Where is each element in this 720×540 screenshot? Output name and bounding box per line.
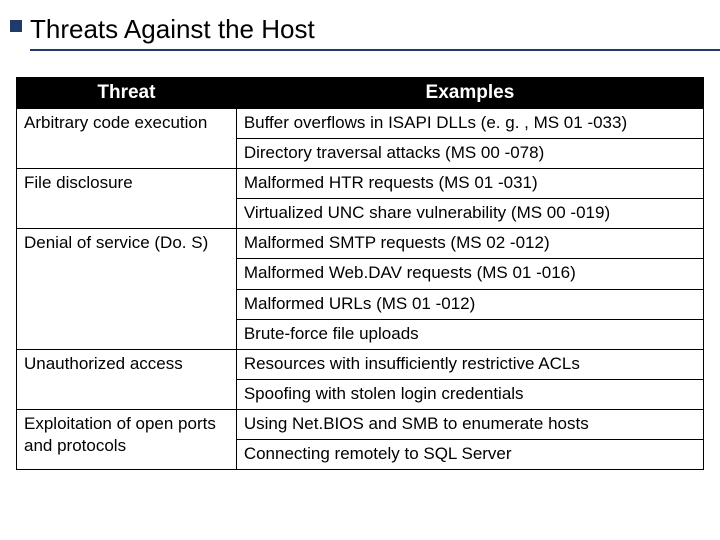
example-cell: Brute-force file uploads — [236, 319, 703, 349]
threat-cell: Denial of service (Do. S) — [17, 229, 237, 349]
example-cell: Malformed Web.DAV requests (MS 01 -016) — [236, 259, 703, 289]
example-cell: Using Net.BIOS and SMB to enumerate host… — [236, 409, 703, 439]
slide-title-bar: Threats Against the Host — [0, 0, 720, 59]
table-row: Denial of service (Do. S)Malformed SMTP … — [17, 229, 704, 259]
table-row: Exploitation of open ports and protocols… — [17, 409, 704, 439]
threat-cell: Unauthorized access — [17, 349, 237, 409]
table-row: File disclosureMalformed HTR requests (M… — [17, 169, 704, 199]
threat-cell: Exploitation of open ports and protocols — [17, 409, 237, 469]
example-cell: Directory traversal attacks (MS 00 -078) — [236, 139, 703, 169]
example-cell: Buffer overflows in ISAPI DLLs (e. g. , … — [236, 109, 703, 139]
example-cell: Malformed URLs (MS 01 -012) — [236, 289, 703, 319]
threat-cell: File disclosure — [17, 169, 237, 229]
table-row: Unauthorized accessResources with insuff… — [17, 349, 704, 379]
header-threat: Threat — [17, 78, 237, 109]
title-bullet-icon — [10, 20, 22, 32]
example-cell: Malformed SMTP requests (MS 02 -012) — [236, 229, 703, 259]
threats-table: Threat Examples Arbitrary code execution… — [16, 77, 704, 470]
example-cell: Resources with insufficiently restrictiv… — [236, 349, 703, 379]
title-underline — [30, 49, 720, 51]
example-cell: Malformed HTR requests (MS 01 -031) — [236, 169, 703, 199]
table-container: Threat Examples Arbitrary code execution… — [0, 59, 720, 480]
example-cell: Connecting remotely to SQL Server — [236, 440, 703, 470]
slide-title: Threats Against the Host — [30, 14, 720, 45]
example-cell: Virtualized UNC share vulnerability (MS … — [236, 199, 703, 229]
table-header-row: Threat Examples — [17, 78, 704, 109]
header-examples: Examples — [236, 78, 703, 109]
example-cell: Spoofing with stolen login credentials — [236, 379, 703, 409]
threat-cell: Arbitrary code execution — [17, 109, 237, 169]
table-row: Arbitrary code executionBuffer overflows… — [17, 109, 704, 139]
